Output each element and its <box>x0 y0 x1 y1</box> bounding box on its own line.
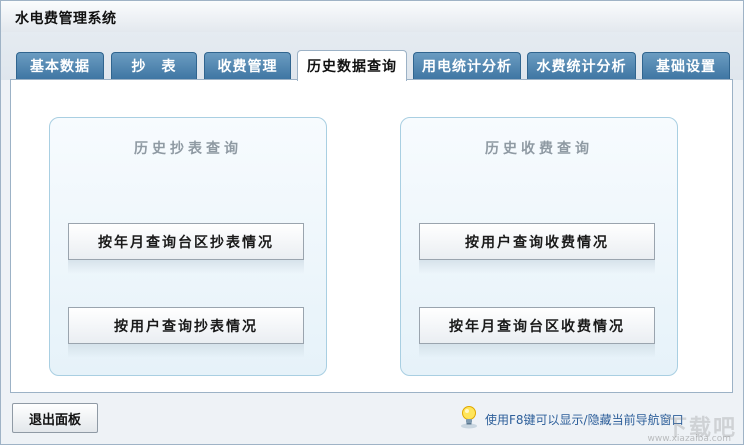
app-window: 水电费管理系统 基本数据 抄 表 收费管理 历史数据查询 用电统计分析 水费统计… <box>0 0 744 445</box>
tab-history-query[interactable]: 历史数据查询 <box>297 50 407 81</box>
tab-basic-data[interactable]: 基本数据 <box>16 52 104 79</box>
lightbulb-icon <box>459 405 479 433</box>
query-meter-by-user-button[interactable]: 按用户查询抄表情况 <box>68 307 304 344</box>
button-reflection <box>419 344 655 358</box>
tab-water-fee-stats[interactable]: 水费统计分析 <box>527 52 636 79</box>
tab-basic-settings[interactable]: 基础设置 <box>642 52 730 79</box>
fee-history-title: 历史收费查询 <box>485 141 593 157</box>
tab-electricity-stats[interactable]: 用电统计分析 <box>413 52 521 79</box>
fee-history-group: 历史收费查询 按用户查询收费情况 按年月查询台区收费情况 <box>400 117 678 376</box>
tab-fee-management[interactable]: 收费管理 <box>204 52 291 79</box>
meter-history-title: 历史抄表查询 <box>134 141 242 157</box>
watermark-url: www.xiazaiba.com <box>647 434 731 444</box>
query-meter-by-month-button[interactable]: 按年月查询台区抄表情况 <box>68 223 304 260</box>
button-reflection <box>68 344 304 358</box>
f8-hint: 使用F8键可以显示/隐藏当前导航窗口 <box>459 405 684 433</box>
meter-history-group: 历史抄表查询 按年月查询台区抄表情况 按用户查询抄表情况 <box>49 117 327 376</box>
hint-text: 使用F8键可以显示/隐藏当前导航窗口 <box>485 412 684 427</box>
tab-meter-reading[interactable]: 抄 表 <box>111 52 197 79</box>
window-title: 水电费管理系统 <box>15 11 117 27</box>
query-fee-by-month-button[interactable]: 按年月查询台区收费情况 <box>419 307 655 344</box>
query-fee-by-user-button[interactable]: 按用户查询收费情况 <box>419 223 655 260</box>
title-bar: 水电费管理系统 <box>1 1 743 33</box>
history-query-panel: 历史抄表查询 按年月查询台区抄表情况 按用户查询抄表情况 历史收费查询 按用户查… <box>10 79 733 393</box>
tab-strip: 基本数据 抄 表 收费管理 历史数据查询 用电统计分析 水费统计分析 基础设置 <box>1 32 743 81</box>
exit-panel-button[interactable]: 退出面板 <box>12 403 98 433</box>
button-reflection <box>68 260 304 274</box>
button-reflection <box>419 260 655 274</box>
